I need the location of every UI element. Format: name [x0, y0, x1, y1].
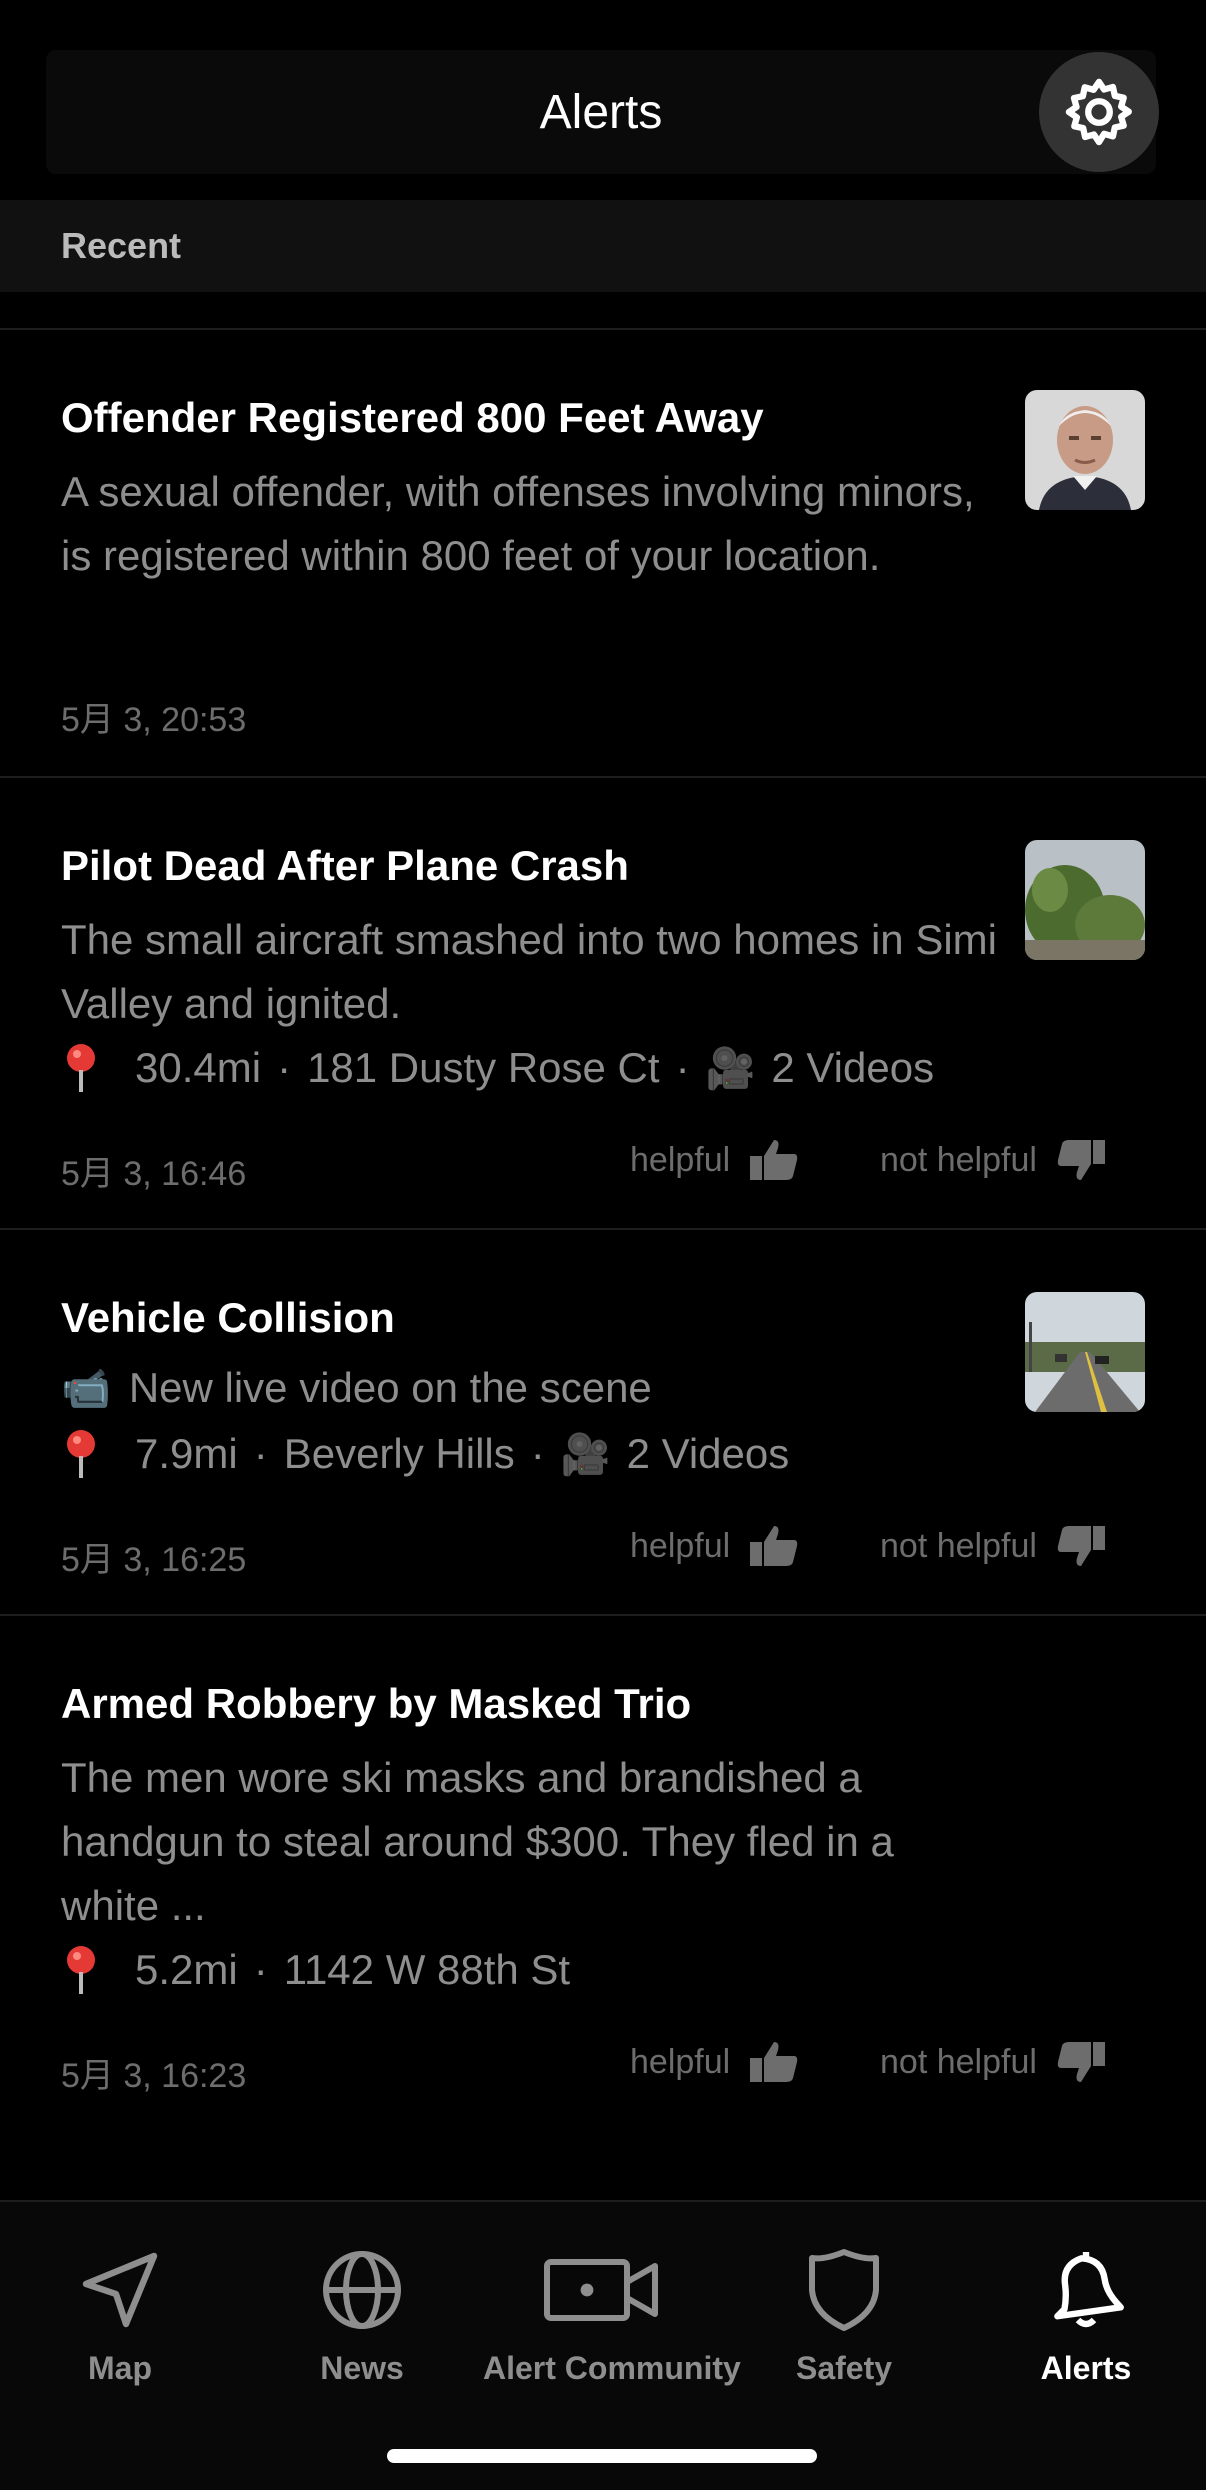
alert-meta: 30.4mi · 181 Dusty Rose Ct · 🎥 2 Videos — [61, 1042, 934, 1094]
bell-icon — [1054, 2252, 1124, 2328]
alert-videos[interactable]: 2 Videos — [771, 1044, 934, 1092]
header-bar: Alerts — [46, 50, 1156, 174]
not-helpful-button[interactable]: not helpful — [880, 1138, 1107, 1182]
bottom-tab-bar: Map News Alert Community Safety Alerts — [0, 2200, 1206, 2490]
alert-item-offender[interactable]: Offender Registered 800 Feet Away A sexu… — [0, 330, 1206, 778]
alert-time: 5月 3, 16:25 — [61, 1541, 247, 1579]
alert-description: The small aircraft smashed into two home… — [61, 916, 997, 1027]
thumbs-up-icon — [750, 1526, 798, 1566]
alert-time: 5月 3, 16:46 — [61, 1155, 247, 1193]
tab-label: Safety — [795, 2350, 893, 2386]
alert-description: The men wore ski masks and brandished a … — [61, 1754, 894, 1929]
alert-title: Armed Robbery by Masked Trio — [61, 1680, 692, 1727]
alert-live-text: New live video on the scene — [128, 1364, 652, 1411]
tab-map[interactable]: Map — [0, 2242, 240, 2387]
map-pin-icon — [67, 1946, 95, 1994]
tab-alerts[interactable]: Alerts — [966, 2242, 1206, 2387]
map-pin-icon — [67, 1044, 95, 1092]
tab-news[interactable]: News — [242, 2242, 482, 2387]
alert-title: Vehicle Collision — [61, 1294, 395, 1341]
separator-dot: · — [530, 1430, 545, 1477]
not-helpful-label: not helpful — [880, 2042, 1037, 2081]
alert-distance: 7.9mi — [135, 1430, 238, 1477]
tab-safety[interactable]: Safety — [724, 2242, 964, 2387]
alert-thumbnail[interactable] — [1025, 1292, 1145, 1412]
shield-icon — [809, 2249, 879, 2331]
alert-distance: 30.4mi — [135, 1044, 262, 1091]
alert-thumbnail[interactable] — [1025, 840, 1145, 960]
alert-location: 181 Dusty Rose Ct — [307, 1044, 660, 1091]
alert-item-plane-crash[interactable]: Pilot Dead After Plane Crash The small a… — [0, 778, 1206, 1228]
thumbs-up-icon — [750, 2042, 798, 2082]
not-helpful-button[interactable]: not helpful — [880, 2040, 1107, 2084]
thumbs-down-icon — [1057, 1526, 1105, 1566]
helpful-button[interactable]: helpful — [630, 1138, 800, 1182]
page-title: Alerts — [539, 85, 663, 139]
home-indicator[interactable] — [387, 2449, 817, 2463]
helpful-label: helpful — [630, 1526, 731, 1565]
navigation-arrow-icon — [82, 2252, 158, 2328]
gear-icon — [1065, 78, 1132, 146]
tab-alert-community[interactable]: Alert Community — [483, 2242, 741, 2387]
alert-meta: 5.2mi · 1142 W 88th St — [61, 1944, 570, 1996]
alert-title: Offender Registered 800 Feet Away — [61, 394, 764, 441]
tab-label: Map — [88, 2350, 152, 2386]
alert-meta: 7.9mi · Beverly Hills · 🎥 2 Videos — [61, 1428, 789, 1480]
crash-scene-image — [1025, 840, 1145, 960]
not-helpful-label: not helpful — [880, 1140, 1037, 1179]
offender-photo-image — [1025, 390, 1145, 510]
alert-location: Beverly Hills — [283, 1430, 515, 1477]
alert-item-armed-robbery[interactable]: Armed Robbery by Masked Trio The men wor… — [0, 1616, 1206, 2116]
helpful-label: helpful — [630, 2042, 731, 2081]
helpful-button[interactable]: helpful — [630, 2040, 800, 2084]
movie-camera-icon: 🎥 — [705, 1046, 756, 1091]
video-camera-icon: 📹 — [61, 1366, 111, 1411]
street-scene-image — [1025, 1292, 1145, 1412]
alert-time: 5月 3, 20:53 — [61, 701, 247, 739]
alert-time: 5月 3, 16:23 — [61, 2057, 247, 2095]
separator-dot: · — [277, 1044, 292, 1091]
movie-camera-icon: 🎥 — [560, 1432, 611, 1477]
thumbs-down-icon — [1057, 2042, 1105, 2082]
section-header: Recent — [0, 200, 1206, 292]
tab-label: Alert Community — [483, 2350, 741, 2386]
map-pin-icon — [67, 1430, 95, 1478]
helpful-label: helpful — [630, 1140, 731, 1179]
thumbs-up-icon — [750, 1140, 798, 1180]
alert-title: Pilot Dead After Plane Crash — [61, 842, 629, 889]
globe-icon — [323, 2251, 401, 2329]
alert-item-vehicle-collision[interactable]: Vehicle Collision 📹 New live video on th… — [0, 1230, 1206, 1614]
thumbs-down-icon — [1057, 1140, 1105, 1180]
alert-location: 1142 W 88th St — [283, 1946, 571, 1993]
not-helpful-button[interactable]: not helpful — [880, 1524, 1107, 1568]
video-camera-icon — [544, 2259, 658, 2321]
alert-description: A sexual offender, with offenses involvi… — [61, 468, 975, 579]
separator-dot: · — [253, 1946, 268, 1993]
alert-videos[interactable]: 2 Videos — [627, 1430, 790, 1478]
alert-live-row: 📹 New live video on the scene — [61, 1364, 652, 1412]
helpful-button[interactable]: helpful — [630, 1524, 800, 1568]
settings-button[interactable] — [1039, 52, 1159, 172]
section-label: Recent — [61, 225, 182, 266]
alert-distance: 5.2mi — [135, 1946, 238, 1993]
alert-thumbnail[interactable] — [1025, 390, 1145, 510]
separator-dot: · — [253, 1430, 268, 1477]
separator-dot: · — [675, 1044, 690, 1091]
tab-label: News — [320, 2350, 404, 2386]
tab-label: Alerts — [1040, 2350, 1132, 2386]
not-helpful-label: not helpful — [880, 1526, 1037, 1565]
